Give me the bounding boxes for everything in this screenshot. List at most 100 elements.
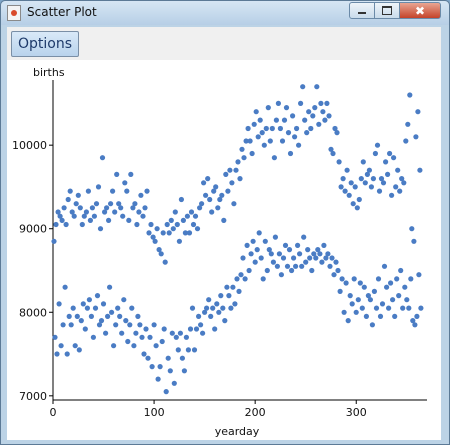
data-point [169, 330, 175, 336]
data-point [400, 305, 406, 311]
data-point [286, 247, 293, 253]
plot-area: births yearday 7000 8000 9000 10000 0 100 200 3… [7, 60, 441, 440]
data-point [167, 368, 173, 374]
data-point [151, 322, 157, 328]
data-point [213, 184, 219, 190]
data-points [51, 84, 424, 395]
data-point [212, 326, 218, 332]
data-point [317, 251, 323, 257]
data-point [324, 100, 330, 106]
data-point [140, 213, 146, 219]
data-point [325, 251, 331, 257]
data-point [296, 142, 302, 148]
data-point [90, 334, 96, 340]
data-point [375, 276, 382, 282]
data-point [284, 263, 291, 269]
data-point [82, 326, 88, 332]
x-axis-label: yearday [215, 425, 260, 438]
maximize-button[interactable] [374, 2, 400, 19]
data-point [85, 188, 91, 194]
data-point [118, 205, 124, 211]
data-point [250, 238, 256, 244]
data-point [208, 313, 214, 319]
data-point [72, 343, 78, 349]
data-point [306, 109, 312, 115]
data-point [339, 276, 345, 282]
data-point [356, 196, 362, 203]
data-point [380, 180, 387, 186]
data-point [418, 305, 424, 311]
data-point [300, 84, 306, 90]
data-point [164, 221, 170, 228]
data-point [79, 221, 85, 228]
data-point [103, 330, 109, 336]
y-axis-label: births [33, 66, 65, 79]
data-point [283, 105, 290, 111]
data-point [146, 230, 152, 236]
data-point [144, 188, 150, 194]
data-point [220, 305, 226, 311]
data-point [131, 343, 137, 349]
data-point [76, 347, 82, 353]
data-point [192, 213, 199, 219]
title-bar[interactable]: Scatter Plot ✖ [1, 1, 449, 25]
data-point [298, 100, 304, 106]
data-point [174, 221, 180, 228]
data-point [93, 201, 100, 207]
data-point [155, 376, 161, 382]
data-point [106, 217, 112, 223]
data-point [362, 180, 368, 186]
data-point [344, 167, 350, 173]
data-point [199, 201, 205, 207]
data-point [91, 213, 97, 219]
data-point [387, 150, 393, 157]
scatter-chart: births yearday 7000 8000 9000 10000 0 100 200 3… [12, 66, 427, 438]
options-button[interactable]: Options [11, 31, 80, 57]
data-point [319, 259, 325, 265]
data-point [226, 293, 232, 299]
data-point [242, 276, 248, 282]
data-point [61, 205, 67, 211]
close-icon: ✖ [414, 3, 426, 18]
y-tick-label: 8000 [19, 306, 47, 319]
data-point [132, 201, 138, 207]
data-point [205, 176, 211, 182]
data-point [415, 109, 421, 115]
data-point [263, 125, 269, 132]
data-point [196, 313, 202, 319]
data-point [184, 213, 190, 219]
scatter-plot-window: Scatter Plot ✖ Options births yearday 70… [0, 0, 450, 445]
data-point [86, 297, 92, 303]
data-point [241, 155, 247, 161]
data-point [178, 196, 184, 203]
data-point [377, 313, 384, 319]
data-point [114, 171, 120, 177]
data-point [238, 272, 244, 278]
data-point [301, 234, 307, 240]
data-point [66, 313, 72, 319]
data-point [141, 351, 147, 357]
data-point [52, 334, 58, 340]
data-point [261, 142, 267, 148]
data-point [190, 221, 197, 228]
data-point [63, 221, 69, 228]
data-point [215, 205, 221, 211]
data-point [271, 155, 277, 161]
minimize-button[interactable] [349, 2, 375, 19]
data-point [124, 188, 130, 194]
data-point [235, 159, 241, 165]
maximize-icon [382, 6, 392, 15]
data-point [236, 288, 242, 294]
data-point [416, 272, 422, 278]
data-point [268, 251, 274, 257]
data-point [350, 201, 356, 207]
data-point [59, 217, 65, 223]
data-point [394, 276, 400, 282]
data-point [269, 125, 275, 132]
y-tick-label: 9000 [19, 223, 47, 236]
data-point [358, 176, 364, 182]
data-point [381, 263, 388, 269]
data-point [355, 297, 361, 303]
data-point [403, 138, 409, 144]
close-button[interactable]: ✖ [399, 2, 441, 19]
